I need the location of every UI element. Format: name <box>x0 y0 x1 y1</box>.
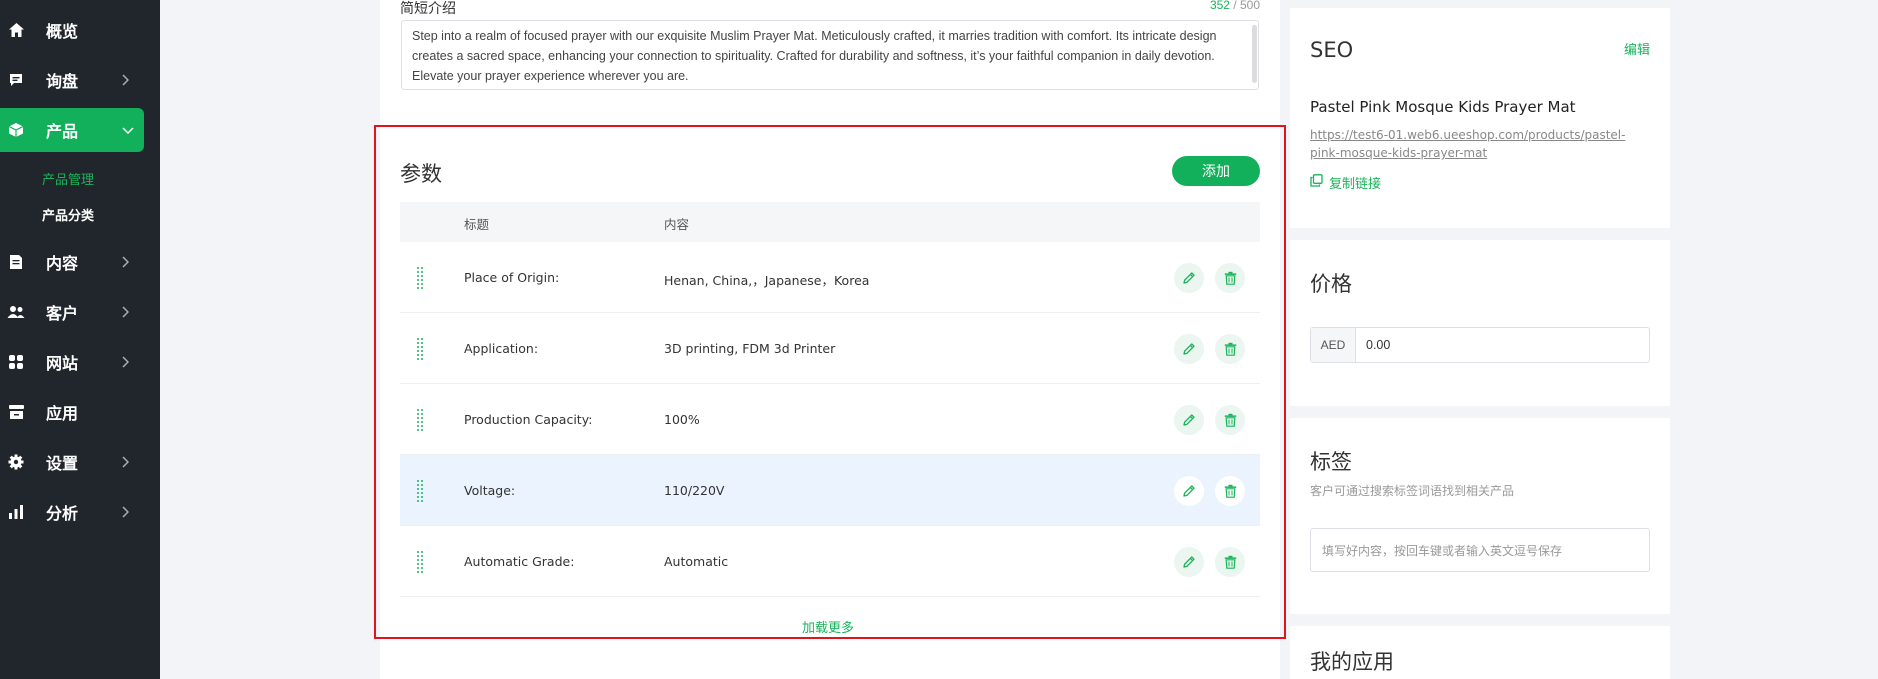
price-value[interactable]: 0.00 <box>1356 328 1649 362</box>
param-row: Voltage: 110/220V <box>400 455 1260 526</box>
delete-trash-icon[interactable] <box>1215 334 1245 364</box>
short-desc-text: Step into a realm of focused prayer with… <box>412 29 1217 83</box>
add-param-button[interactable]: 添加 <box>1172 156 1260 186</box>
subnav-product-category[interactable]: 产品分类 <box>42 205 94 224</box>
edit-pencil-icon[interactable] <box>1174 405 1204 435</box>
nav-analytics-label: 分析 <box>46 504 79 523</box>
gear-icon <box>7 453 25 471</box>
users-icon <box>7 303 25 321</box>
chevron-right-icon <box>119 306 131 318</box>
my-apps-title: 我的应用 <box>1310 650 1394 674</box>
nav-customers[interactable]: 客户 <box>0 290 160 334</box>
short-desc-textarea[interactable]: Step into a realm of focused prayer with… <box>401 20 1259 90</box>
seo-product-name: Pastel Pink Mosque Kids Prayer Mat <box>1310 98 1576 116</box>
char-max: / 500 <box>1229 0 1260 12</box>
delete-trash-icon[interactable] <box>1215 476 1245 506</box>
drag-handle-icon[interactable] <box>417 551 425 573</box>
nav-products[interactable]: 产品 <box>0 108 144 152</box>
param-content-cell: 3D printing, FDM 3d Printer <box>664 341 836 356</box>
drag-handle-icon[interactable] <box>417 338 425 360</box>
seo-title: SEO <box>1310 38 1354 62</box>
char-counter: 352 / 500 <box>1210 0 1260 12</box>
delete-trash-icon[interactable] <box>1215 263 1245 293</box>
tag-subtitle: 客户可通过搜索标签词语找到相关产品 <box>1310 484 1515 498</box>
chevron-right-icon <box>119 456 131 468</box>
nav-customers-label: 客户 <box>46 304 79 323</box>
bar-chart-icon <box>7 503 25 521</box>
chevron-right-icon <box>119 506 131 518</box>
copy-link-label: 复制链接 <box>1329 177 1382 192</box>
nav-content-label: 内容 <box>46 254 79 273</box>
drag-handle-icon[interactable] <box>417 480 425 502</box>
nav-inquiry[interactable]: 询盘 <box>0 58 160 102</box>
price-input[interactable]: AED 0.00 <box>1310 327 1650 363</box>
param-title-cell: Automatic Grade: <box>464 554 575 569</box>
copy-icon <box>1310 174 1323 191</box>
nav-website-label: 网站 <box>46 354 79 373</box>
nav-website[interactable]: 网站 <box>0 340 160 384</box>
params-table-header: 标题 内容 <box>400 202 1260 242</box>
edit-pencil-icon[interactable] <box>1174 263 1204 293</box>
chevron-right-icon <box>119 74 131 86</box>
param-content-cell: 100% <box>664 412 700 427</box>
param-title-cell: Production Capacity: <box>464 412 593 427</box>
delete-trash-icon[interactable] <box>1215 547 1245 577</box>
param-content-cell: Henan, China,，Japanese，Korea <box>664 273 870 288</box>
col-title-header: 标题 <box>464 217 490 232</box>
param-row: Place of Origin: Henan, China,，Japanese，K… <box>400 242 1260 313</box>
currency-label: AED <box>1311 328 1356 362</box>
edit-pencil-icon[interactable] <box>1174 476 1204 506</box>
price-card: 价格 AED 0.00 <box>1290 240 1670 406</box>
nav-content[interactable]: 内容 <box>0 240 160 284</box>
param-content-cell: 110/220V <box>664 483 725 498</box>
document-icon <box>7 253 25 271</box>
chevron-right-icon <box>119 256 131 268</box>
chevron-right-icon <box>119 356 131 368</box>
my-apps-card: 我的应用 <box>1290 626 1670 679</box>
nav-apps[interactable]: 应用 <box>0 390 160 434</box>
short-desc-label: 简短介绍 <box>400 1 456 17</box>
store-icon <box>7 403 25 421</box>
param-title-cell: Place of Origin: <box>464 270 560 285</box>
nav-apps-label: 应用 <box>46 404 79 423</box>
delete-trash-icon[interactable] <box>1215 405 1245 435</box>
home-icon <box>7 21 25 39</box>
tag-input[interactable]: 填写好内容，按回车键或者输入英文逗号保存 <box>1310 528 1650 572</box>
param-row: Application: 3D printing, FDM 3d Printer <box>400 313 1260 384</box>
param-row: Production Capacity: 100% <box>400 384 1260 455</box>
nav-inquiry-label: 询盘 <box>46 72 79 91</box>
grid-icon <box>7 353 25 371</box>
drag-handle-icon[interactable] <box>417 409 425 431</box>
tag-card: 标签 客户可通过搜索标签词语找到相关产品 填写好内容，按回车键或者输入英文逗号保… <box>1290 418 1670 614</box>
param-row: Automatic Grade: Automatic <box>400 526 1260 597</box>
param-title-cell: Voltage: <box>464 483 516 498</box>
nav-analytics[interactable]: 分析 <box>0 490 160 534</box>
param-content-cell: Automatic <box>664 554 729 569</box>
textarea-scrollbar[interactable] <box>1252 25 1257 83</box>
nav-settings-label: 设置 <box>46 454 79 473</box>
sidebar: 概览 询盘 产品 产品管理 产品分类 内容 客户 网站 应用 设置 分析 <box>0 0 160 679</box>
nav-overview-label: 概览 <box>46 22 79 41</box>
char-count: 352 <box>1209 0 1230 12</box>
edit-pencil-icon[interactable] <box>1174 547 1204 577</box>
nav-overview[interactable]: 概览 <box>0 8 160 52</box>
subnav-product-management[interactable]: 产品管理 <box>42 169 94 188</box>
copy-link-button[interactable]: 复制链接 <box>1310 173 1381 192</box>
load-more-link[interactable]: 加载更多 <box>802 617 854 636</box>
tag-title: 标签 <box>1310 450 1352 474</box>
seo-card: SEO 编辑 Pastel Pink Mosque Kids Prayer Ma… <box>1290 8 1670 228</box>
nav-products-label: 产品 <box>46 122 79 141</box>
seo-edit-link[interactable]: 编辑 <box>1624 39 1650 58</box>
chevron-down-icon <box>122 124 134 136</box>
nav-settings[interactable]: 设置 <box>0 440 160 484</box>
box-icon <box>7 121 25 139</box>
params-title: 参数 <box>400 162 442 186</box>
seo-url-link[interactable]: https://test6-01.web6.ueeshop.com/produc… <box>1310 126 1650 162</box>
drag-handle-icon[interactable] <box>417 267 425 289</box>
param-title-cell: Application: <box>464 341 539 356</box>
edit-pencil-icon[interactable] <box>1174 334 1204 364</box>
price-title: 价格 <box>1310 272 1352 296</box>
col-content-header: 内容 <box>664 217 690 232</box>
message-icon <box>7 71 25 89</box>
